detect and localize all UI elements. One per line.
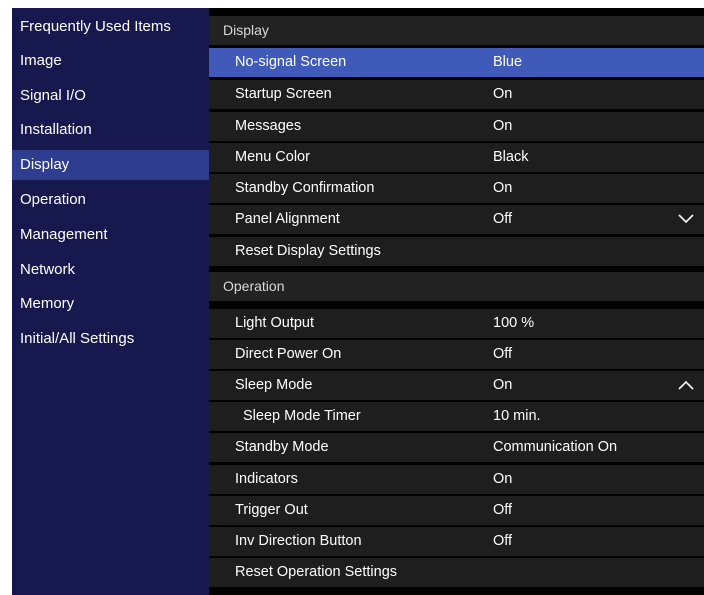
setting-label: Trigger Out — [235, 502, 308, 518]
setting-row-standby-confirmation[interactable]: Standby Confirmation On — [209, 174, 704, 203]
setting-value: On — [493, 180, 513, 196]
setting-row-panel-alignment[interactable]: Panel Alignment Off — [209, 205, 704, 234]
sidebar-item-installation[interactable]: Installation — [12, 115, 203, 145]
setting-label: Light Output — [235, 315, 314, 331]
setting-value: Off — [493, 211, 513, 227]
setting-label: Startup Screen — [235, 86, 332, 102]
setting-row-light-output[interactable]: Light Output 100 % — [209, 309, 704, 338]
setting-value: Blue — [493, 54, 523, 70]
setting-row-direct-power-on[interactable]: Direct Power On Off — [209, 340, 704, 369]
setting-label: Panel Alignment — [235, 211, 340, 227]
setting-value: 10 min. — [493, 408, 541, 424]
sidebar-item-display[interactable]: Display — [12, 150, 209, 180]
section-header-operation: Operation — [209, 272, 704, 301]
sidebar-item-initial-all-settings[interactable]: Initial/All Settings — [12, 324, 203, 354]
sidebar: Frequently Used Items Image Signal I/O I… — [12, 8, 209, 595]
setting-row-no-signal-screen[interactable]: No-signal Screen Blue — [209, 48, 704, 77]
setting-value: Communication On — [493, 439, 618, 455]
setting-label: Standby Mode — [235, 439, 329, 455]
setting-label: Direct Power On — [235, 346, 342, 362]
settings-panel: Display No-signal Screen Blue Startup Sc… — [209, 8, 704, 595]
setting-label: No-signal Screen — [235, 54, 347, 70]
setting-row-reset-operation-settings[interactable]: Reset Operation Settings — [209, 558, 704, 587]
setting-row-reset-display-settings[interactable]: Reset Display Settings — [209, 237, 704, 266]
chevron-up-icon[interactable] — [678, 380, 694, 390]
sidebar-item-network[interactable]: Network — [12, 255, 203, 285]
setting-value: On — [493, 118, 513, 134]
setting-row-indicators[interactable]: Indicators On — [209, 465, 704, 494]
setting-value: Off — [493, 533, 513, 549]
setting-label: Reset Display Settings — [235, 243, 381, 259]
chevron-down-icon[interactable] — [678, 214, 694, 224]
setting-label: Standby Confirmation — [235, 180, 375, 196]
setting-row-messages[interactable]: Messages On — [209, 112, 704, 141]
sidebar-item-management[interactable]: Management — [12, 220, 203, 250]
setting-row-menu-color[interactable]: Menu Color Black — [209, 143, 704, 172]
setting-value: On — [493, 377, 513, 393]
setting-row-trigger-out[interactable]: Trigger Out Off — [209, 496, 704, 525]
sidebar-item-memory[interactable]: Memory — [12, 289, 203, 319]
sidebar-item-frequently-used-items[interactable]: Frequently Used Items — [12, 12, 203, 42]
setting-value: 100 % — [493, 315, 535, 331]
section-header-display: Display — [209, 16, 704, 45]
setting-value: On — [493, 471, 513, 487]
setting-row-sleep-mode[interactable]: Sleep Mode On — [209, 371, 704, 400]
setting-value: Black — [493, 149, 529, 165]
sidebar-item-signal-io[interactable]: Signal I/O — [12, 81, 203, 111]
sidebar-item-operation[interactable]: Operation — [12, 185, 203, 215]
sidebar-item-image[interactable]: Image — [12, 46, 203, 76]
setting-value: On — [493, 86, 513, 102]
setting-value: Off — [493, 346, 513, 362]
setting-row-inv-direction-button[interactable]: Inv Direction Button Off — [209, 527, 704, 556]
setting-row-startup-screen[interactable]: Startup Screen On — [209, 80, 704, 109]
setting-label: Inv Direction Button — [235, 533, 362, 549]
setting-label: Menu Color — [235, 149, 310, 165]
setting-value: Off — [493, 502, 513, 518]
projector-menu-window: Frequently Used Items Image Signal I/O I… — [12, 8, 704, 595]
setting-label: Indicators — [235, 471, 298, 487]
setting-label: Reset Operation Settings — [235, 564, 398, 580]
setting-row-sleep-mode-timer[interactable]: Sleep Mode Timer 10 min. — [209, 402, 704, 431]
setting-row-standby-mode[interactable]: Standby Mode Communication On — [209, 433, 704, 462]
setting-label: Messages — [235, 118, 302, 134]
setting-label: Sleep Mode — [235, 377, 313, 393]
setting-label: Sleep Mode Timer — [243, 408, 361, 424]
